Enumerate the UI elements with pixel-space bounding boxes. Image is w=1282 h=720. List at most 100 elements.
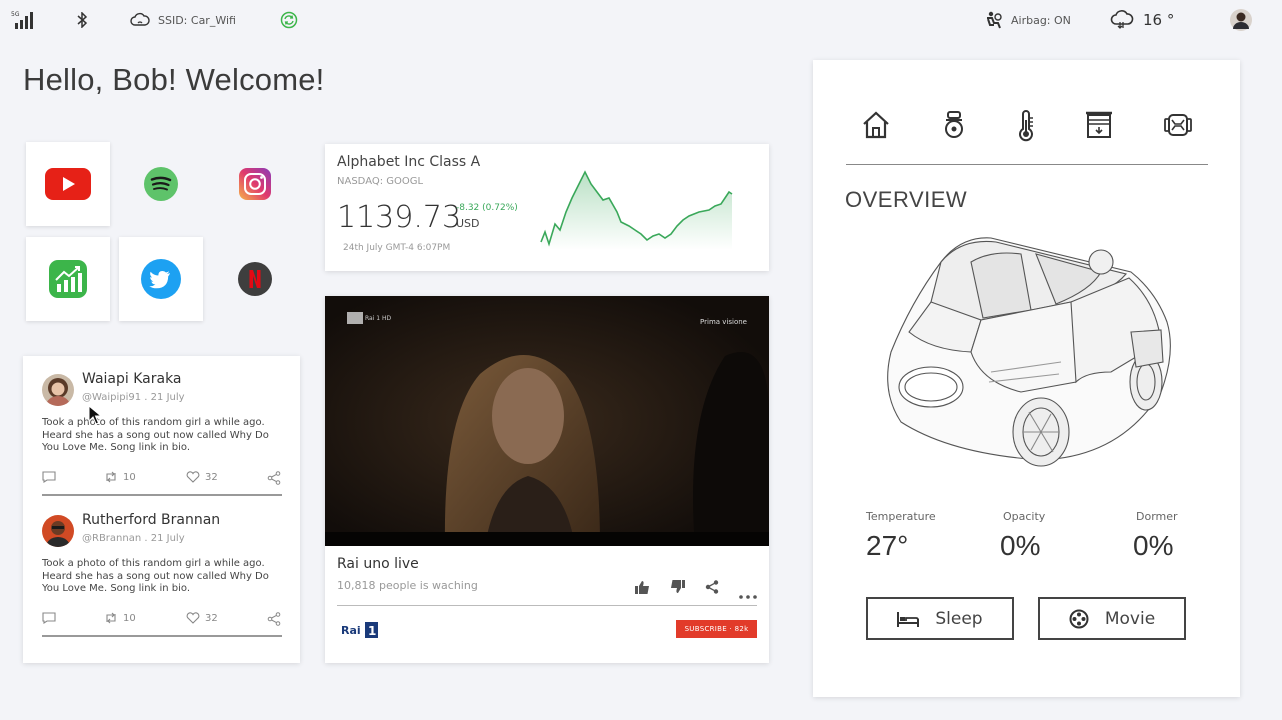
divider [42, 635, 282, 637]
retweet-icon [106, 471, 116, 483]
nav-home-button[interactable] [862, 110, 890, 144]
thermometer-icon [1019, 110, 1033, 142]
tweet-avatar[interactable] [42, 374, 74, 406]
seat-icon [945, 111, 963, 138]
signal-icon: 5G [11, 0, 33, 40]
home-icon [863, 111, 889, 139]
stocks-app-tile[interactable] [26, 237, 110, 321]
video-player[interactable]: Rai 1 HD Prima visione [325, 296, 769, 546]
svg-text:Rai: Rai [341, 624, 361, 637]
like-count: 32 [205, 471, 218, 483]
cloud-wifi-icon [130, 12, 150, 26]
share-icon [705, 580, 719, 594]
film-reel-icon [1069, 609, 1089, 628]
video-title: Rai uno live [337, 556, 419, 572]
tweet-actions: 10 32 [42, 471, 282, 487]
share-button[interactable] [705, 579, 719, 598]
channel-logo[interactable]: Rai 1 [341, 620, 379, 644]
share-button[interactable] [267, 471, 281, 485]
stocks-icon [49, 260, 87, 298]
comment-icon [42, 471, 56, 483]
nav-shade-button[interactable] [1085, 110, 1113, 144]
mouse-cursor [88, 405, 102, 425]
svg-text:5G: 5G [11, 11, 20, 18]
dormer-label: Dormer [1136, 510, 1178, 523]
channel-badge: Rai 1 HD [347, 312, 391, 324]
stock-change: -8.32 (0.72%) [456, 203, 518, 213]
share-button[interactable] [267, 612, 281, 626]
nav-climate-button[interactable] [1016, 110, 1036, 146]
movie-mode-button[interactable]: Movie [1038, 597, 1186, 640]
tweet-actions: 10 32 [42, 612, 282, 628]
cloud-rain-icon [1110, 10, 1134, 29]
retweet-icon [106, 612, 116, 624]
thumbs-up-icon [635, 581, 649, 594]
tweet-text: Took a photo of this random girl a while… [42, 558, 269, 594]
bluetooth-icon[interactable] [76, 0, 88, 40]
tweet-author[interactable]: Rutherford Brannan [82, 512, 220, 528]
stock-sparkline [540, 170, 733, 250]
tweet-avatar[interactable] [42, 515, 74, 547]
spotify-app-tile[interactable] [119, 142, 203, 226]
tweet-author[interactable]: Waiapi Karaka [82, 371, 182, 387]
video-viewers: 10,818 people is waching [337, 579, 478, 592]
movie-mode-label: Movie [1104, 608, 1156, 629]
svg-text:1: 1 [368, 624, 376, 638]
stock-card[interactable]: Alphabet Inc Class A NASDAQ: GOOGL 1139.… [325, 144, 769, 271]
share-icon [267, 612, 281, 626]
overview-title: OVERVIEW [845, 187, 968, 212]
like-button[interactable] [635, 579, 650, 598]
netflix-icon [238, 262, 272, 296]
divider [846, 164, 1208, 165]
dormer-value: 0% [1133, 530, 1174, 561]
weather-temperature: 16 ° [1143, 11, 1175, 29]
car-illustration [887, 237, 1171, 467]
car-front-icon [1164, 114, 1192, 136]
sleep-mode-button[interactable]: Sleep [866, 597, 1014, 640]
stock-name: Alphabet Inc Class A [337, 154, 481, 170]
retweet-button[interactable]: 10 [104, 612, 136, 624]
subscribe-button[interactable]: SUBSCRIBE · 82k [676, 620, 757, 638]
youtube-app-tile[interactable] [26, 142, 110, 226]
video-overlay-text: Prima visione [700, 318, 747, 326]
thumbs-down-icon [671, 580, 685, 593]
heart-icon [186, 612, 200, 624]
stock-price: 1139.73 [337, 200, 462, 235]
like-button[interactable]: 32 [186, 612, 218, 624]
rai1-logo-icon: Rai 1 [341, 622, 378, 638]
like-button[interactable]: 32 [186, 471, 218, 483]
more-icon [739, 595, 757, 599]
comment-icon [42, 612, 56, 624]
divider [42, 494, 282, 496]
reply-button[interactable] [42, 471, 56, 483]
stock-exchange: NASDAQ: GOOGL [337, 176, 424, 187]
opacity-value: 0% [1000, 530, 1041, 561]
sync-icon[interactable] [280, 0, 298, 40]
retweet-count: 10 [123, 471, 136, 483]
retweet-count: 10 [123, 612, 136, 624]
tweet-handle: @Waipipi91 . 21 July [82, 392, 185, 403]
twitter-app-tile[interactable] [119, 237, 203, 321]
heart-icon [186, 471, 200, 483]
instagram-app-tile[interactable] [213, 142, 297, 226]
rai-hd-icon [347, 312, 363, 324]
dislike-button[interactable] [670, 579, 685, 598]
reply-button[interactable] [42, 612, 56, 624]
bed-icon [897, 611, 920, 627]
nav-seat-button[interactable] [941, 110, 967, 144]
instagram-icon [239, 168, 271, 200]
wifi-status[interactable]: SSID: Car_Wifi [130, 0, 236, 40]
nav-car-button[interactable] [1163, 110, 1193, 144]
temperature-label: Temperature [866, 510, 936, 523]
netflix-app-tile[interactable] [213, 237, 297, 321]
spotify-icon [144, 167, 178, 201]
avatar[interactable] [1230, 0, 1252, 40]
sleep-mode-label: Sleep [935, 608, 983, 629]
car-control-panel: OVERVIEW Temperature 27° Opacity 0% Dorm… [813, 60, 1240, 697]
opacity-label: Opacity [1003, 510, 1046, 523]
more-options-button[interactable] [739, 584, 757, 603]
twitter-icon [141, 259, 181, 299]
retweet-button[interactable]: 10 [104, 471, 136, 483]
video-frame [325, 296, 769, 546]
temperature-value: 27° [866, 530, 909, 561]
